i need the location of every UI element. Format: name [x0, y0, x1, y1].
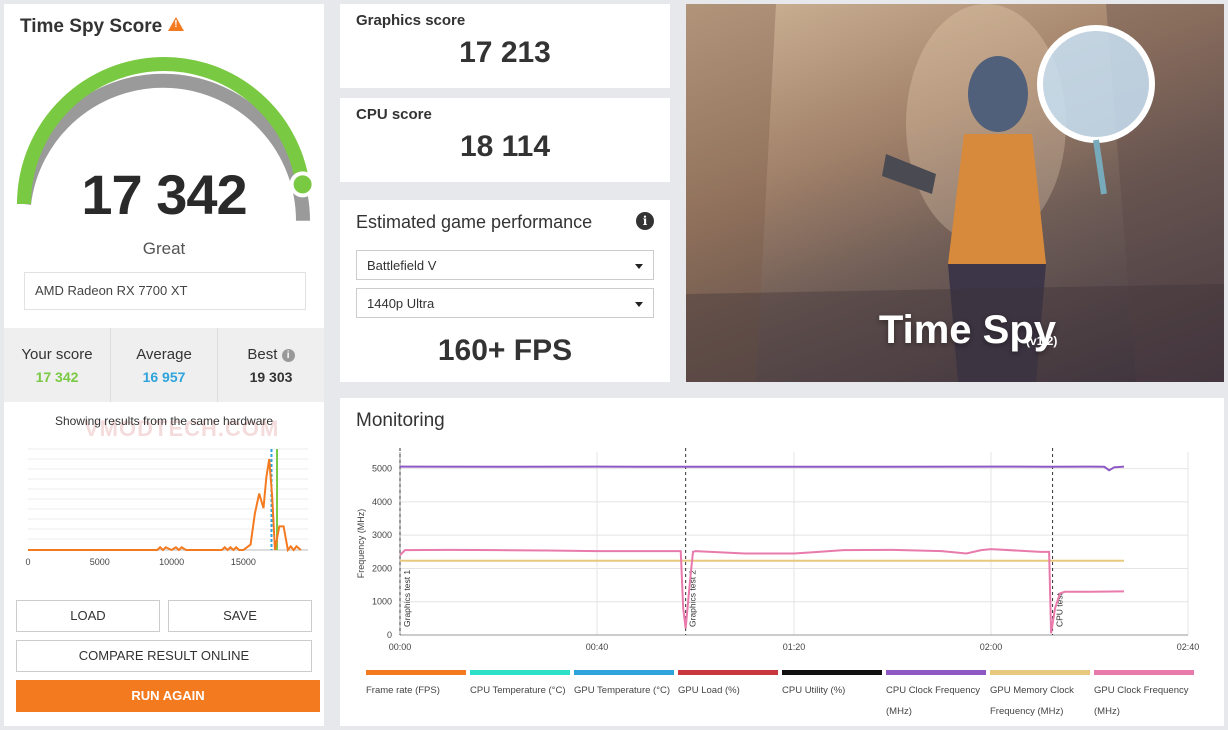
y-tick-label: 5000: [372, 464, 392, 474]
cpu-score-label: CPU score: [356, 106, 432, 123]
x-tick-label: 00:40: [586, 642, 609, 652]
game-select-value: Battlefield V: [367, 258, 437, 273]
overall-score: 17 342: [81, 163, 247, 226]
y-tick-label: 2000: [372, 563, 392, 573]
score-title-text: Time Spy Score: [20, 16, 163, 37]
score-panel: Time Spy Score! VMODTECH.COM 17 342 Grea…: [4, 4, 324, 726]
save-button[interactable]: SAVE: [168, 600, 312, 632]
stat-best: Best i 19 303: [218, 328, 324, 402]
stat-average: Average 16 957: [111, 328, 218, 402]
legend-item[interactable]: GPU Memory Clock Frequency (MHz): [990, 670, 1090, 722]
score-title: Time Spy Score!: [20, 16, 185, 38]
preset-select-value: 1440p Ultra: [367, 296, 435, 311]
info-icon[interactable]: i: [281, 349, 295, 362]
estimated-fps: 160+ FPS: [437, 334, 573, 367]
y-tick-label: 3000: [372, 530, 392, 540]
stat-value: 16 957: [142, 369, 186, 385]
legend-swatch: [990, 670, 1090, 675]
x-tick-label: 10000: [159, 557, 184, 567]
warning-icon[interactable]: !: [168, 17, 185, 31]
y-tick-label: 0: [387, 630, 392, 640]
score-distribution-chart: 0 5000 10000 15000: [25, 448, 308, 567]
hero-version: (v1.2): [1026, 334, 1058, 348]
legend-swatch: [366, 670, 466, 675]
graphics-score-value: 17 213: [459, 36, 551, 69]
x-tick-label: 02:40: [1177, 642, 1200, 652]
stat-label-text: Best: [247, 346, 278, 363]
legend-item[interactable]: GPU Load (%): [678, 670, 778, 701]
legend-label: CPU Temperature (°C): [470, 685, 566, 696]
x-tick-label: 15000: [231, 557, 256, 567]
x-tick-label: 01:20: [783, 642, 806, 652]
legend-item[interactable]: GPU Temperature (°C): [574, 670, 674, 701]
stat-your-score: Your score 17 342: [4, 328, 111, 402]
legend-item[interactable]: GPU Clock Frequency (MHz): [1094, 670, 1194, 722]
legend-label: GPU Clock Frequency (MHz): [1094, 685, 1189, 717]
monitoring-title: Monitoring: [356, 410, 445, 431]
game-select[interactable]: Battlefield V: [356, 250, 654, 280]
legend-label: GPU Load (%): [678, 685, 740, 696]
legend-swatch: [678, 670, 778, 675]
legend-item[interactable]: Frame rate (FPS): [366, 670, 466, 701]
legend-swatch: [470, 670, 570, 675]
score-stats: Your score 17 342 Average 16 957 Best i …: [4, 328, 324, 402]
x-tick-label: 5000: [90, 557, 110, 567]
estimated-performance-card: Estimated game performance i Battlefield…: [340, 200, 670, 382]
y-tick-label: 4000: [372, 497, 392, 507]
monitoring-chart[interactable]: 0 1000 2000 3000 4000 5000 00:00 00:40 01:20 02:0…: [340, 438, 1224, 663]
legend-item[interactable]: CPU Temperature (°C): [470, 670, 570, 701]
graphics-score-card: Graphics score 17 213: [340, 4, 670, 88]
load-button[interactable]: LOAD: [16, 600, 160, 632]
estimate-title: Estimated game performance: [356, 212, 593, 232]
graphics-score-label: Graphics score: [356, 12, 466, 29]
compare-online-button[interactable]: COMPARE RESULT ONLINE: [16, 640, 312, 672]
distribution-line: [28, 458, 302, 553]
legend-label: CPU Utility (%): [782, 685, 846, 696]
stat-value: 17 342: [35, 369, 79, 385]
legend-label: Frame rate (FPS): [366, 685, 440, 696]
legend-swatch: [1094, 670, 1194, 675]
stat-label: Average: [136, 346, 192, 363]
x-tick-label: 02:00: [980, 642, 1003, 652]
chevron-down-icon: [635, 302, 643, 307]
stat-label: Your score: [21, 346, 93, 363]
showing-text: Showing results from the same hardware: [54, 414, 274, 428]
run-again-button[interactable]: RUN AGAIN: [16, 680, 320, 712]
x-tick-label: 0: [25, 557, 30, 567]
x-tick-label: 00:00: [389, 642, 412, 652]
benchmark-hero-image: Time Spy (v1.2): [686, 4, 1224, 382]
stat-value: 19 303: [249, 369, 293, 385]
legend-label: GPU Memory Clock Frequency (MHz): [990, 685, 1074, 717]
legend-swatch: [782, 670, 882, 675]
stat-label: Best i: [218, 346, 324, 363]
chevron-down-icon: [635, 264, 643, 269]
legend-item[interactable]: CPU Clock Frequency (MHz): [886, 670, 986, 722]
legend-swatch: [574, 670, 674, 675]
legend-item[interactable]: CPU Utility (%): [782, 670, 882, 701]
cpu-score-value: 18 114: [459, 130, 551, 163]
score-rating: Great: [142, 239, 186, 258]
gpu-name: AMD Radeon RX 7700 XT: [24, 272, 306, 310]
y-tick-label: 1000: [372, 597, 392, 607]
section-label: Graphics test 1: [402, 570, 412, 627]
legend-swatch: [886, 670, 986, 675]
legend-label: CPU Clock Frequency (MHz): [886, 685, 980, 717]
cpu-score-card: CPU score 18 114: [340, 98, 670, 182]
legend-label: GPU Temperature (°C): [574, 685, 671, 696]
preset-select[interactable]: 1440p Ultra: [356, 288, 654, 318]
y-axis-label: Frequency (MHz): [356, 509, 366, 579]
info-icon[interactable]: i: [636, 212, 654, 230]
monitoring-panel: Monitoring 0 1000 2000 3000 4000 5000 00:00 00:…: [340, 398, 1224, 726]
